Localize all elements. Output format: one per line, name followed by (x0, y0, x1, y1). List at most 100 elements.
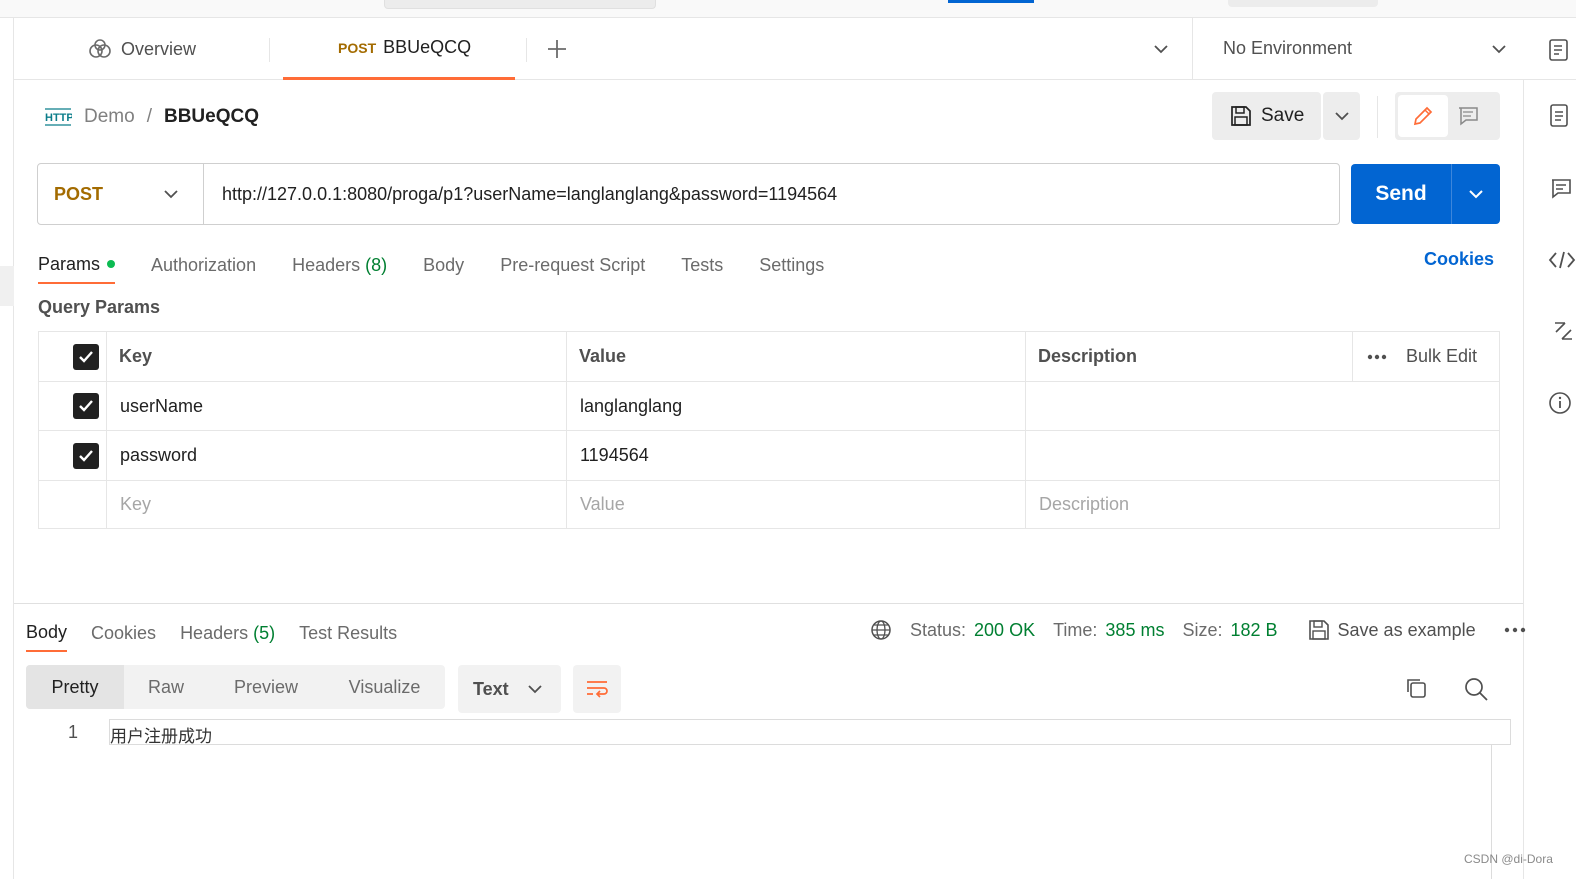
status-value[interactable]: 200 OK (974, 620, 1035, 641)
response-divider[interactable] (14, 603, 1523, 604)
new-description-input[interactable]: Description (1039, 481, 1129, 528)
more-options-icon[interactable] (1367, 332, 1387, 381)
tab-params[interactable]: Params (38, 246, 116, 284)
method-select[interactable]: POST (38, 164, 204, 224)
toolbar-divider (1377, 96, 1378, 138)
tab-prerequest-label: Pre-request Script (500, 254, 646, 275)
response-tab-body-label: Body (26, 621, 68, 642)
edit-mode-button[interactable] (1398, 95, 1448, 137)
svg-text:HTTP: HTTP (45, 112, 72, 124)
response-tab-test-results[interactable]: Test Results (299, 614, 397, 652)
breadcrumb-collection[interactable]: Demo (84, 106, 135, 128)
code-snippet-icon[interactable] (1548, 250, 1576, 270)
param-enabled-checkbox[interactable] (73, 382, 99, 430)
tab-divider (269, 38, 270, 62)
tab-authorization[interactable]: Authorization (151, 246, 256, 284)
send-options-chevron-icon[interactable] (1452, 186, 1500, 202)
save-example-icon[interactable] (1308, 619, 1330, 641)
response-headers-count: (5) (253, 622, 276, 643)
save-as-example-button[interactable]: Save as example (1338, 620, 1476, 641)
response-body-text[interactable]: 用户注册成功 (110, 722, 212, 747)
format-select-value: Text (473, 678, 509, 699)
column-header-value: Value (579, 346, 627, 366)
new-value-input[interactable]: Value (580, 481, 625, 528)
param-enabled-checkbox[interactable] (73, 431, 99, 480)
tabs-dropdown-chevron-icon[interactable] (1152, 40, 1170, 58)
breadcrumb-separator: / (146, 106, 152, 127)
view-raw-button[interactable]: Raw (124, 665, 208, 709)
tab-overview[interactable]: Overview (88, 32, 196, 66)
search-bar-edge[interactable] (384, 0, 656, 9)
env-divider (1192, 18, 1193, 80)
params-active-dot (107, 260, 116, 268)
response-tab-cookies-label: Cookies (91, 622, 157, 643)
tab-request-active[interactable]: POST BBUeQCQ (283, 18, 515, 80)
size-value[interactable]: 182 B (1230, 620, 1277, 641)
info-icon[interactable] (1548, 391, 1572, 415)
editor-active-line (109, 719, 1511, 745)
status-label: Status: (910, 619, 967, 640)
response-more-icon[interactable] (1504, 627, 1526, 633)
column-divider (1352, 332, 1353, 382)
view-preview-button[interactable]: Preview (208, 665, 324, 709)
top-control-edge[interactable] (1228, 0, 1378, 7)
documentation-icon[interactable] (1550, 104, 1570, 128)
time-value[interactable]: 385 ms (1105, 620, 1164, 641)
tab-tests[interactable]: Tests (681, 246, 723, 284)
tab-method-label: POST (338, 39, 377, 56)
tab-tests-label: Tests (681, 254, 724, 275)
wrap-lines-button[interactable] (573, 665, 621, 713)
send-button[interactable]: Send (1351, 164, 1500, 224)
tab-headers-count: (8) (365, 254, 388, 275)
save-button[interactable]: Save (1212, 92, 1321, 140)
related-collections-icon[interactable] (1552, 320, 1574, 342)
line-number: 1 (68, 722, 79, 742)
send-button-label: Send (1375, 182, 1427, 205)
tab-overview-label: Overview (121, 38, 197, 59)
checkmark-icon (79, 400, 93, 412)
column-header-description: Description (1038, 346, 1138, 366)
breadcrumb-request-name[interactable]: BBUeQCQ (164, 106, 259, 128)
param-key-cell[interactable]: userName (120, 382, 203, 430)
copy-icon[interactable] (1404, 676, 1428, 700)
table-row: password 1194564 (39, 431, 1499, 481)
save-button-label: Save (1261, 105, 1305, 126)
search-icon[interactable] (1463, 676, 1489, 702)
bulk-edit-link[interactable]: Bulk Edit (1406, 332, 1477, 381)
response-tabs: Body Cookies Headers (5) Test Results (26, 614, 433, 652)
response-tab-headers-label: Headers (180, 622, 249, 643)
response-view-selector: Pretty Raw Preview Visualize (26, 665, 445, 709)
accent-indicator (948, 0, 1034, 3)
param-key-cell[interactable]: password (120, 431, 197, 480)
size-label: Size: (1182, 619, 1223, 640)
comments-icon[interactable] (1550, 178, 1572, 200)
table-row: userName langlanglang (39, 382, 1499, 431)
response-tab-cookies[interactable]: Cookies (91, 614, 156, 652)
environment-quick-look-icon[interactable] (1549, 38, 1571, 62)
format-select[interactable]: Text (458, 665, 561, 713)
save-options-button[interactable] (1323, 92, 1360, 140)
tab-headers-label: Headers (292, 254, 361, 275)
environment-chevron-icon[interactable] (1490, 40, 1508, 58)
tab-settings[interactable]: Settings (759, 246, 824, 284)
url-input[interactable]: http://127.0.0.1:8080/proga/p1?userName=… (204, 184, 837, 205)
tab-body[interactable]: Body (423, 246, 464, 284)
response-tab-headers[interactable]: Headers (5) (180, 614, 275, 652)
param-value-cell[interactable]: langlanglang (580, 382, 682, 430)
view-mode-toggle (1395, 92, 1500, 140)
param-value-cell[interactable]: 1194564 (580, 431, 649, 480)
globe-icon[interactable] (870, 619, 892, 641)
tab-prerequest-script[interactable]: Pre-request Script (500, 246, 645, 284)
query-params-table: Key Value Description Bulk Edit userName… (38, 331, 1500, 529)
cookies-link[interactable]: Cookies (1424, 249, 1494, 270)
view-pretty-button[interactable]: Pretty (26, 665, 124, 709)
new-key-input[interactable]: Key (120, 481, 151, 528)
environment-selector-label[interactable]: No Environment (1223, 38, 1352, 59)
tab-headers[interactable]: Headers (8) (292, 246, 387, 284)
checkmark-icon (79, 449, 93, 462)
view-visualize-button[interactable]: Visualize (324, 665, 445, 709)
new-tab-plus-icon[interactable] (546, 38, 568, 60)
comment-mode-icon[interactable] (1457, 106, 1479, 126)
select-all-checkbox[interactable] (73, 332, 99, 381)
response-tab-body[interactable]: Body (26, 614, 68, 652)
